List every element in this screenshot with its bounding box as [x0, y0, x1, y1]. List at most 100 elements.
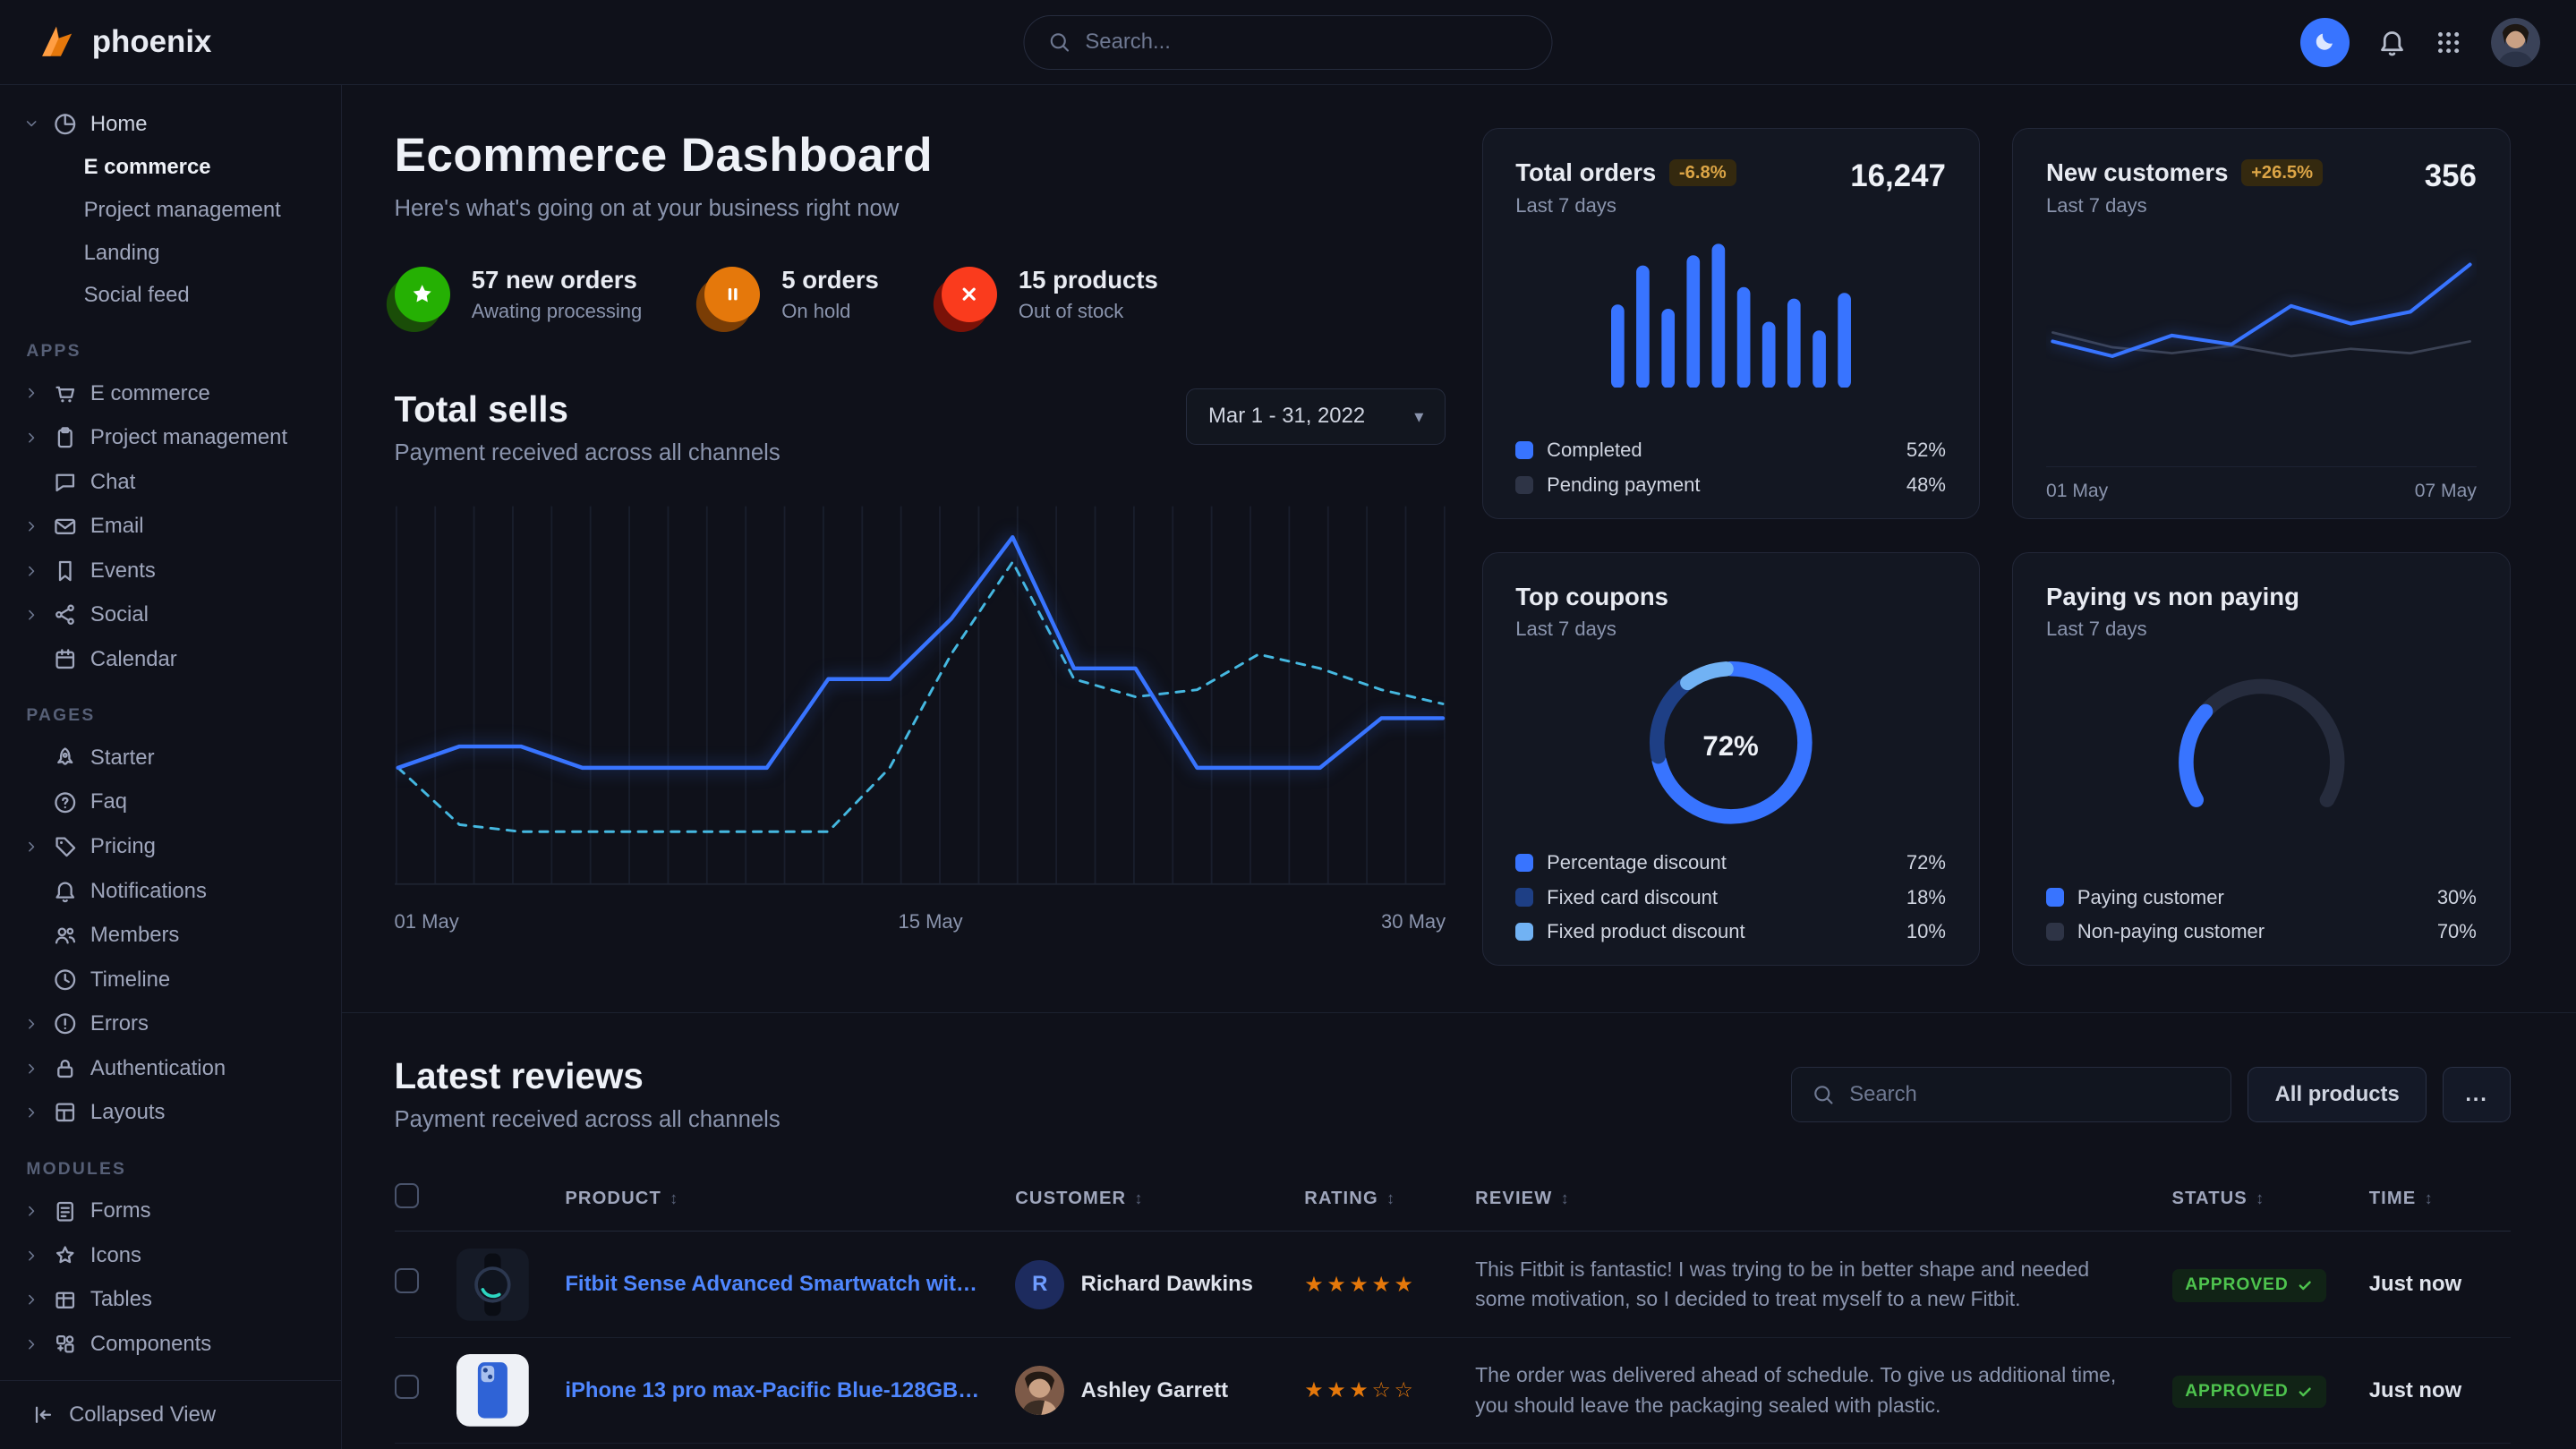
sidebar-item-tables[interactable]: Tables — [23, 1278, 318, 1323]
sidebar-item-calendar[interactable]: Calendar — [23, 637, 318, 682]
coupons-legend-item: Fixed card discount18% — [1515, 886, 1946, 909]
coupons-legend-item: Percentage discount72% — [1515, 851, 1946, 874]
sidebar-item-members[interactable]: Members — [23, 913, 318, 958]
new-customers-card: New customers+26.5% Last 7 days 356 01 M… — [2012, 128, 2510, 519]
sidebar-item-label: Social — [90, 602, 149, 627]
sidebar-item-label: Timeline — [90, 967, 170, 993]
product-link[interactable]: Fitbit Sense Advanced Smartwatch with To… — [565, 1272, 1002, 1297]
search-input[interactable] — [1085, 30, 1528, 55]
reviews-search[interactable] — [1791, 1067, 2231, 1122]
total-sells-chart: 01 May 15 May 30 May — [395, 503, 1446, 941]
sidebar-item-layouts[interactable]: Layouts — [23, 1090, 318, 1135]
sidebar-item-project-management[interactable]: Project management — [23, 189, 318, 232]
product-thumbnail[interactable] — [456, 1249, 529, 1321]
column-header-time[interactable]: TIME↕ — [2369, 1189, 2511, 1209]
sort-icon: ↕ — [1561, 1189, 1570, 1208]
select-all-checkbox[interactable] — [395, 1183, 420, 1208]
card-period: Last 7 days — [2046, 194, 2323, 217]
phoenix-logo-icon — [36, 21, 77, 63]
sidebar-item-label: Starter — [90, 746, 155, 771]
clipboard-icon — [53, 425, 78, 450]
sidebar-item-e-commerce[interactable]: E commerce — [23, 371, 318, 416]
rocket-icon — [53, 746, 78, 771]
caret-right-icon — [23, 1203, 39, 1219]
apps-grid-icon[interactable] — [2435, 29, 2462, 56]
global-search[interactable] — [1023, 15, 1552, 70]
row-checkbox[interactable] — [395, 1268, 420, 1293]
sidebar-item-social[interactable]: Social — [23, 592, 318, 637]
sidebar-item-errors[interactable]: Errors — [23, 1002, 318, 1046]
sidebar-item-pricing[interactable]: Pricing — [23, 824, 318, 869]
sidebar-item-notifications[interactable]: Notifications — [23, 869, 318, 914]
sort-icon: ↕ — [670, 1189, 678, 1208]
sort-icon: ↕ — [1386, 1189, 1395, 1208]
sidebar-item-components[interactable]: Components — [23, 1322, 318, 1367]
sidebar-item-forms[interactable]: Forms — [23, 1189, 318, 1234]
all-products-button[interactable]: All products — [2248, 1067, 2427, 1122]
caret-right-icon — [23, 1104, 39, 1121]
row-checkbox[interactable] — [395, 1375, 420, 1400]
moon-icon — [2312, 30, 2337, 55]
sidebar-item-chat[interactable]: Chat — [23, 460, 318, 505]
sidebar-item-label: Home — [90, 112, 148, 137]
reviews-search-input[interactable] — [1849, 1082, 2211, 1107]
sidebar-item-home[interactable]: Home — [23, 102, 318, 147]
paying-gauge-chart — [2046, 667, 2477, 818]
card-title: Top coupons — [1515, 583, 1668, 611]
sidebar-item-label: Faq — [90, 789, 127, 814]
legend-value: 18% — [1906, 886, 1946, 909]
product-thumbnail[interactable] — [456, 1354, 529, 1427]
x-label-start: 01 May — [2046, 481, 2108, 502]
product-link[interactable]: iPhone 13 pro max-Pacific Blue-128GB sto… — [565, 1378, 1002, 1403]
review-row — [395, 1444, 2511, 1449]
sidebar-item-icons[interactable]: Icons — [23, 1233, 318, 1278]
sidebar-item-timeline[interactable]: Timeline — [23, 958, 318, 1002]
app-root: phoenix HomeE commerceProject management… — [0, 0, 2576, 1449]
sidebar-item-social-feed[interactable]: Social feed — [23, 274, 318, 317]
sidebar-item-e-commerce[interactable]: E commerce — [23, 146, 318, 189]
status-badge: APPROVED — [2172, 1269, 2326, 1302]
sidebar-item-authentication[interactable]: Authentication — [23, 1046, 318, 1091]
table-header-row: PRODUCT↕ CUSTOMER↕ RATING↕ REVIEW↕ STATUS↕ TI… — [395, 1166, 2511, 1232]
column-header-review[interactable]: REVIEW↕ — [1475, 1189, 2159, 1209]
legend-swatch — [1515, 854, 1533, 872]
review-time: Just now — [2369, 1378, 2511, 1403]
sidebar-item-landing[interactable]: Landing — [23, 232, 318, 275]
sidebar-item-project-management[interactable]: Project management — [23, 415, 318, 460]
customer-name: Ashley Garrett — [1081, 1378, 1228, 1403]
customer-cell: RRichard Dawkins — [1015, 1260, 1291, 1309]
sidebar-item-email[interactable]: Email — [23, 504, 318, 549]
sidebar-item-label: E commerce — [90, 381, 210, 406]
card-value: 356 — [2425, 158, 2477, 194]
column-header-status[interactable]: STATUS↕ — [2172, 1189, 2357, 1209]
date-range-select[interactable]: Mar 1 - 31, 2022 ▾ — [1186, 388, 1446, 444]
more-options-button[interactable]: ... — [2443, 1067, 2510, 1122]
status-label: APPROVED — [2185, 1382, 2288, 1402]
sidebar-item-label: Errors — [90, 1011, 149, 1036]
collapse-view-toggle[interactable]: Collapsed View — [0, 1380, 341, 1449]
sidebar-item-starter[interactable]: Starter — [23, 736, 318, 780]
brand[interactable]: phoenix — [36, 21, 211, 63]
topbar-actions — [2300, 18, 2540, 67]
stat-icon — [704, 267, 760, 322]
search-icon — [1047, 30, 1070, 54]
theme-toggle-button[interactable] — [2300, 18, 2350, 67]
column-header-product[interactable]: PRODUCT↕ — [565, 1189, 1002, 1209]
form-icon — [53, 1199, 78, 1224]
layout-icon — [53, 1100, 78, 1125]
x-axis-labels: 01 May 07 May — [2046, 466, 2477, 502]
legend-swatch — [1515, 888, 1533, 906]
column-header-rating[interactable]: RATING↕ — [1304, 1189, 1462, 1209]
sidebar-item-label: Members — [90, 923, 179, 948]
sidebar-item-faq[interactable]: Faq — [23, 780, 318, 825]
notifications-bell-icon[interactable] — [2377, 28, 2407, 57]
reviews-title: Latest reviews — [395, 1055, 780, 1097]
table-icon — [53, 1288, 78, 1313]
column-label: TIME — [2369, 1189, 2417, 1209]
column-header-customer[interactable]: CUSTOMER↕ — [1015, 1189, 1291, 1209]
search-icon — [1812, 1083, 1835, 1106]
card-period: Last 7 days — [1515, 194, 1736, 217]
sidebar-item-events[interactable]: Events — [23, 549, 318, 593]
sidebar-section-title: APPS — [26, 342, 318, 362]
user-avatar[interactable] — [2491, 18, 2540, 67]
